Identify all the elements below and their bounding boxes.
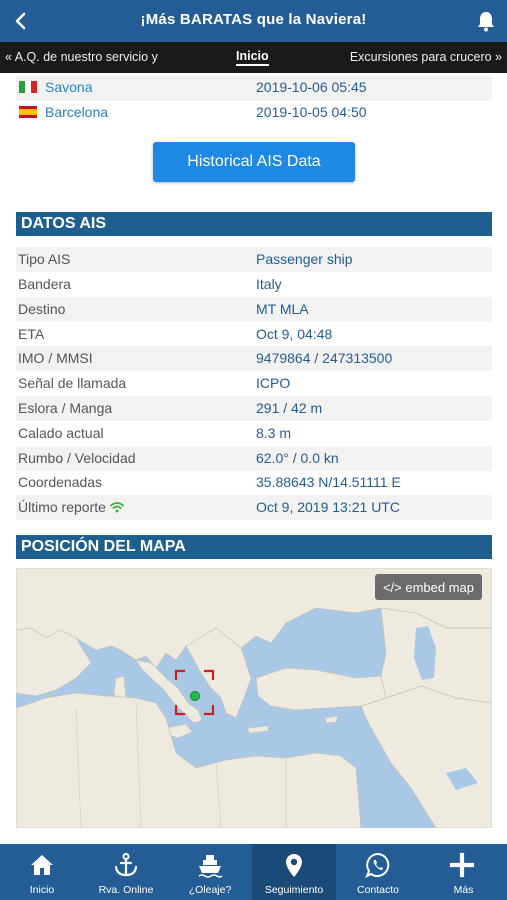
whatsapp-icon: [365, 852, 390, 878]
tab-label: ¿Oleaje?: [188, 884, 232, 896]
row-label: ETA: [18, 326, 45, 342]
data-row: Eslora / Manga 291 / 42 m: [16, 396, 492, 421]
bell-icon[interactable]: [475, 9, 497, 33]
port-row: Savona 2019-10-06 05:45: [16, 76, 492, 101]
home-icon: [31, 855, 53, 875]
top-bar: ¡Más BARATAS que la Naviera!: [0, 0, 507, 42]
row-label-text: Último reporte: [18, 499, 106, 515]
row-value: 62.0° / 0.0 kn: [256, 450, 339, 466]
row-value: Oct 9, 2019 13:21 UTC: [256, 499, 400, 515]
map-canvas: [16, 568, 492, 828]
port-date: 2019-10-05 04:50: [256, 104, 367, 120]
tab-contacto[interactable]: Contacto: [336, 844, 420, 900]
tab-label: Seguimiento: [264, 884, 324, 896]
page-title: ¡Más BARATAS que la Naviera!: [140, 11, 367, 28]
vessel-position-map[interactable]: </> embed map: [16, 568, 492, 828]
row-value: 291 / 42 m: [256, 400, 323, 416]
tab-label: Más: [453, 884, 474, 896]
row-value: Oct 9, 04:48: [256, 326, 333, 342]
datos-ais-header: DATOS AIS: [16, 212, 492, 236]
row-label: Rumbo / Velocidad: [18, 450, 136, 466]
data-row: IMO / MMSI 9479864 / 247313500: [16, 346, 492, 371]
spain-flag-icon: [19, 106, 37, 118]
section-title: DATOS AIS: [21, 215, 107, 232]
subnav-current-link[interactable]: Inicio: [236, 49, 269, 66]
row-value: Passenger ship: [256, 251, 353, 267]
tab-inicio[interactable]: Inicio: [0, 844, 84, 900]
row-label: Coordenadas: [18, 474, 103, 490]
row-value: 35.88643 N/14.51111 E: [256, 474, 401, 490]
tab-label: Rva. Online: [98, 884, 154, 896]
row-label: Calado actual: [18, 425, 104, 441]
wifi-signal-icon: [110, 502, 124, 513]
data-row: Rumbo / Velocidad 62.0° / 0.0 kn: [16, 446, 492, 471]
row-label: Eslora / Manga: [18, 400, 113, 416]
row-value: 9479864 / 247313500: [256, 350, 393, 366]
tab-mas[interactable]: Más: [420, 844, 507, 900]
data-row: Señal de llamada ICPO: [16, 371, 492, 396]
subnav-prev-link[interactable]: « A.Q. de nuestro servicio y: [5, 50, 158, 64]
tab-rva-online[interactable]: Rva. Online: [84, 844, 168, 900]
ship-icon: [198, 855, 223, 878]
italy-flag-icon: [19, 81, 37, 93]
data-row: Coordenadas 35.88643 N/14.51111 E: [16, 470, 492, 495]
sub-nav: « A.Q. de nuestro servicio y Inicio Excu…: [0, 42, 507, 73]
posicion-mapa-header: POSICIÓN DEL MAPA: [16, 535, 492, 559]
chevron-left-icon[interactable]: [10, 9, 32, 33]
tab-seguimiento[interactable]: Seguimiento: [252, 844, 336, 900]
row-value: Italy: [256, 276, 282, 292]
row-value: MT MLA: [256, 301, 309, 317]
port-name-link[interactable]: Barcelona: [45, 104, 108, 120]
row-label: Bandera: [18, 276, 71, 292]
data-row: ETA Oct 9, 04:48: [16, 322, 492, 347]
port-name-link[interactable]: Savona: [45, 79, 92, 95]
data-row: Bandera Italy: [16, 272, 492, 297]
row-value: ICPO: [256, 375, 291, 391]
section-title: POSICIÓN DEL MAPA: [21, 538, 186, 555]
tab-label: Inicio: [29, 884, 55, 896]
map-pin-icon: [286, 854, 302, 877]
data-row: Último reporte Oct 9, 2019 13:21 UTC: [16, 495, 492, 520]
port-date: 2019-10-06 05:45: [256, 79, 367, 95]
embed-map-button[interactable]: </> embed map: [374, 574, 482, 600]
data-row: Tipo AIS Passenger ship: [16, 247, 492, 272]
tab-oleaje[interactable]: ¿Oleaje?: [168, 844, 252, 900]
row-label: Señal de llamada: [18, 375, 127, 391]
port-row: Barcelona 2019-10-05 04:50: [16, 101, 492, 126]
data-row: Destino MT MLA: [16, 297, 492, 322]
anchor-icon: [114, 853, 138, 877]
row-label: Tipo AIS: [18, 251, 71, 267]
bottom-tab-bar: Inicio Rva. Online ¿Oleaje? Seguimiento …: [0, 844, 507, 900]
historical-ais-button[interactable]: Historical AIS Data: [153, 142, 355, 182]
plus-icon: [449, 852, 475, 878]
row-label: IMO / MMSI: [18, 350, 93, 366]
row-value: 8.3 m: [256, 425, 292, 441]
subnav-next-link[interactable]: Excursiones para crucero »: [350, 50, 502, 64]
row-label: Último reporte: [18, 499, 124, 515]
tab-label: Contacto: [356, 884, 400, 896]
row-label: Destino: [18, 301, 66, 317]
data-row: Calado actual 8.3 m: [16, 421, 492, 446]
